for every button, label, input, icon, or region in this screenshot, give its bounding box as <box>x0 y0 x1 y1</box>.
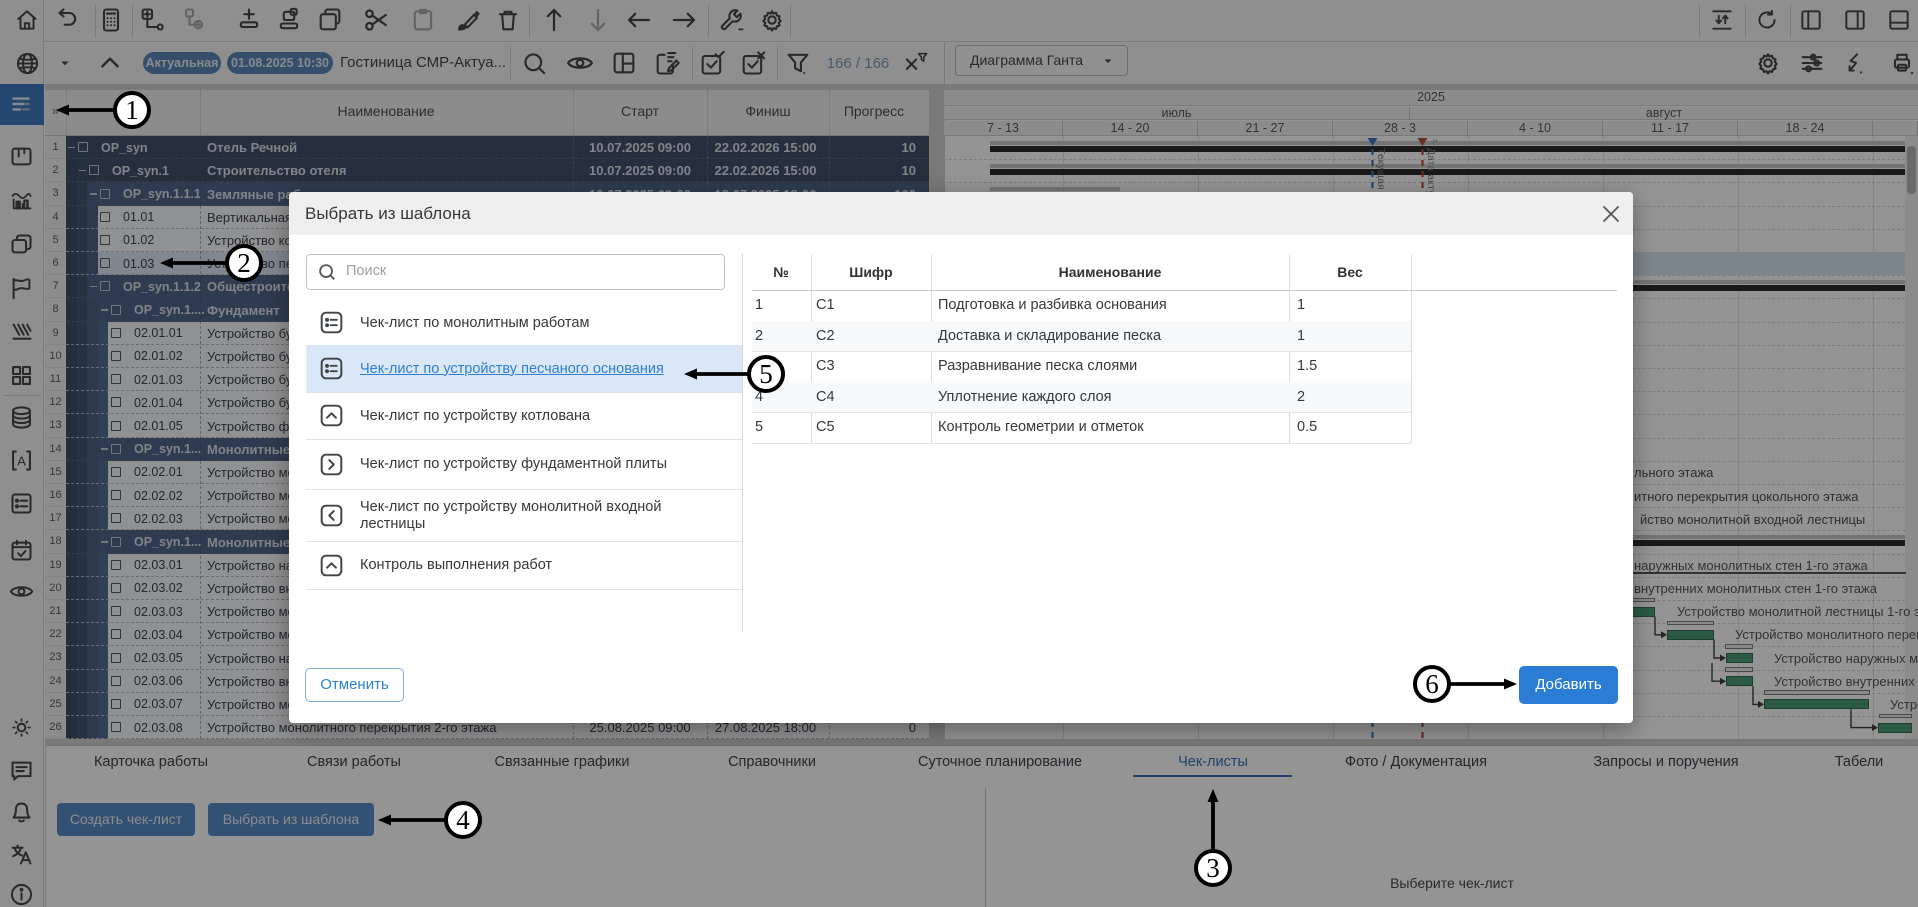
svg-text:5: 5 <box>759 359 773 389</box>
svg-text:4: 4 <box>456 805 470 835</box>
svg-text:3: 3 <box>1206 853 1220 883</box>
svg-text:6: 6 <box>1425 669 1439 699</box>
svg-text:2: 2 <box>237 248 251 278</box>
svg-text:1: 1 <box>125 95 139 125</box>
